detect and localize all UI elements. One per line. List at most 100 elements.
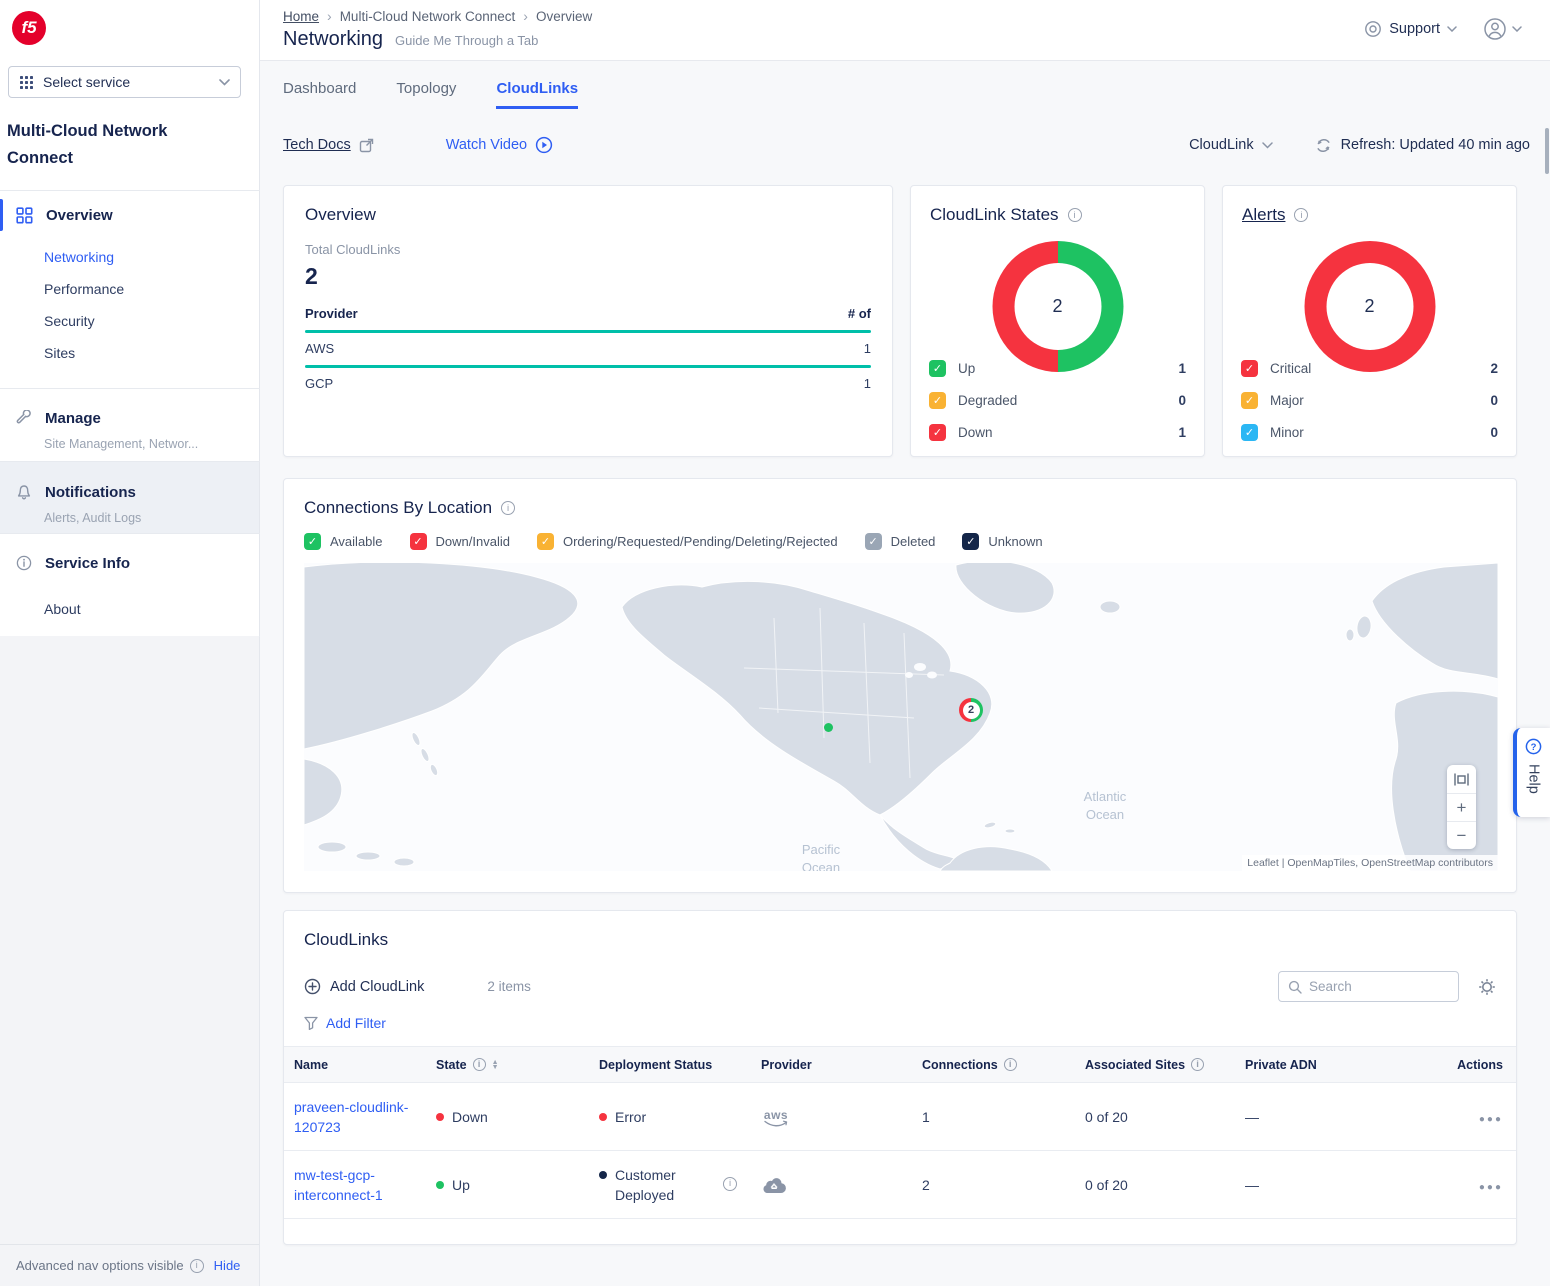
- legend-label: Deleted: [891, 534, 936, 549]
- sidebar-subitem-label: Security: [44, 313, 95, 329]
- info-icon[interactable]: i: [1294, 208, 1308, 222]
- state-label: Down: [452, 1109, 488, 1125]
- map-point-marker[interactable]: [824, 723, 833, 732]
- col-associated-sites[interactable]: Associated Sitesi: [1075, 1058, 1235, 1072]
- info-icon[interactable]: i: [1191, 1058, 1204, 1071]
- sidebar-item-sites[interactable]: Sites: [0, 337, 259, 369]
- legend-row-critical[interactable]: ✓ Critical 2: [1241, 352, 1498, 384]
- col-provider[interactable]: Provider: [751, 1058, 912, 1072]
- scope-select[interactable]: CloudLink: [1189, 137, 1273, 153]
- sidebar-item-networking[interactable]: Networking: [0, 241, 259, 273]
- checkbox-checked-icon[interactable]: ✓: [537, 533, 554, 550]
- provider-table: Provider # of AWS 1 GCP 1: [305, 306, 871, 400]
- col-state[interactable]: Statei▲▼: [426, 1058, 589, 1072]
- legend-row-degraded[interactable]: ✓ Degraded 0: [929, 384, 1186, 416]
- provider-row-gcp: GCP 1: [305, 368, 871, 400]
- funnel-icon: [304, 1016, 318, 1030]
- checkbox-checked-icon[interactable]: ✓: [1241, 424, 1258, 441]
- map-card-title: Connections By Location: [304, 498, 492, 518]
- sidebar-subitem-label: Networking: [44, 249, 114, 265]
- legend-available[interactable]: ✓Available: [304, 533, 383, 550]
- sidebar-item-notifications[interactable]: Notifications Alerts, Audit Logs: [0, 462, 259, 533]
- map-zoom-in-button[interactable]: +: [1447, 793, 1476, 821]
- legend-down-invalid[interactable]: ✓Down/Invalid: [410, 533, 510, 550]
- info-icon[interactable]: i: [501, 501, 515, 515]
- map-fit-bounds-button[interactable]: [1447, 765, 1476, 793]
- checkbox-checked-icon[interactable]: ✓: [1241, 360, 1258, 377]
- sort-icon[interactable]: ▲▼: [492, 1060, 499, 1070]
- legend-label: Major: [1270, 393, 1304, 408]
- table-header-row: Name Statei▲▼ Deployment Status Provider…: [284, 1046, 1516, 1083]
- chevron-down-icon: [1262, 142, 1273, 149]
- support-menu[interactable]: Support: [1364, 20, 1457, 38]
- alerts-card: Alerts i 2 ✓ Critical 2 ✓ Major 0 ✓ Mino…: [1222, 185, 1517, 457]
- checkbox-checked-icon[interactable]: ✓: [929, 424, 946, 441]
- add-filter-label: Add Filter: [326, 1015, 386, 1031]
- row-actions-menu[interactable]: ●●●: [1479, 1182, 1503, 1193]
- help-tab[interactable]: ? Help: [1513, 728, 1550, 817]
- sidebar-item-overview[interactable]: Overview: [0, 198, 259, 232]
- checkbox-checked-icon[interactable]: ✓: [929, 392, 946, 409]
- f5-logo[interactable]: f5: [12, 11, 46, 45]
- scrollbar-thumb[interactable]: [1545, 128, 1549, 174]
- checkbox-checked-icon[interactable]: ✓: [304, 533, 321, 550]
- search-box[interactable]: [1278, 971, 1459, 1002]
- col-name[interactable]: Name: [284, 1058, 426, 1072]
- sidebar-item-performance[interactable]: Performance: [0, 273, 259, 305]
- user-menu[interactable]: [1483, 17, 1522, 41]
- breadcrumb-home[interactable]: Home: [283, 9, 319, 24]
- col-connections[interactable]: Connectionsi: [912, 1058, 1075, 1072]
- info-icon[interactable]: i: [190, 1259, 204, 1273]
- cloudlink-name-link[interactable]: mw-test-gcp-interconnect-1: [294, 1165, 412, 1205]
- select-service-dropdown[interactable]: Select service: [8, 66, 241, 98]
- search-input[interactable]: [1309, 979, 1449, 994]
- legend-unknown[interactable]: ✓Unknown: [962, 533, 1042, 550]
- map-attribution[interactable]: Leaflet | OpenMapTiles, OpenStreetMap co…: [1242, 855, 1498, 871]
- refresh-label: Refresh: Updated 40 min ago: [1341, 137, 1530, 153]
- col-private-adn[interactable]: Private ADN: [1235, 1058, 1385, 1072]
- sidebar-item-manage[interactable]: Manage Site Management, Networ...: [0, 401, 259, 451]
- row-actions-menu[interactable]: ●●●: [1479, 1114, 1503, 1125]
- legend-row-up[interactable]: ✓ Up 1: [929, 352, 1186, 384]
- tab-cloudlinks[interactable]: CloudLinks: [496, 80, 578, 109]
- table-settings-gear-icon[interactable]: [1478, 978, 1496, 996]
- checkbox-checked-icon[interactable]: ✓: [929, 360, 946, 377]
- sidebar-item-about[interactable]: About: [0, 593, 259, 625]
- legend-row-down[interactable]: ✓ Down 1: [929, 416, 1186, 448]
- map-cluster-marker[interactable]: 2: [959, 698, 983, 722]
- legend-deleted[interactable]: ✓ Deleted: [865, 533, 936, 550]
- hide-nav-link[interactable]: Hide: [214, 1258, 241, 1273]
- bell-icon: [16, 484, 32, 501]
- info-icon[interactable]: i: [1004, 1058, 1017, 1071]
- tab-topology[interactable]: Topology: [396, 80, 456, 109]
- add-filter-button[interactable]: Add Filter: [304, 1015, 1496, 1031]
- guide-me-link[interactable]: Guide Me Through a Tab: [395, 33, 538, 48]
- checkbox-checked-icon[interactable]: ✓: [410, 533, 427, 550]
- sidebar-item-security[interactable]: Security: [0, 305, 259, 337]
- map-zoom-out-button[interactable]: −: [1447, 821, 1476, 849]
- checkbox-checked-icon[interactable]: ✓: [865, 533, 882, 550]
- world-map[interactable]: AtlanticOcean PacificOcean 2 + − Leaflet…: [304, 563, 1498, 871]
- info-icon[interactable]: i: [1068, 208, 1082, 222]
- checkbox-checked-icon[interactable]: ✓: [1241, 392, 1258, 409]
- info-icon[interactable]: i: [723, 1177, 737, 1191]
- refresh-button[interactable]: Refresh: Updated 40 min ago: [1315, 137, 1530, 154]
- add-cloudlink-button[interactable]: Add CloudLink: [304, 978, 424, 995]
- col-deployment-status[interactable]: Deployment Status: [589, 1058, 751, 1072]
- breadcrumb-level1[interactable]: Multi-Cloud Network Connect: [340, 9, 516, 24]
- watch-video-link[interactable]: Watch Video: [446, 136, 553, 154]
- sidebar-subitem-label: Sites: [44, 345, 75, 361]
- legend-ordering[interactable]: ✓Ordering/Requested/Pending/Deleting/Rej…: [537, 533, 838, 550]
- sidebar-item-service-info[interactable]: Service Info: [0, 546, 259, 580]
- legend-label: Down: [958, 425, 993, 440]
- map-cluster-value: 2: [959, 698, 983, 722]
- legend-row-major[interactable]: ✓ Major 0: [1241, 384, 1498, 416]
- tab-dashboard[interactable]: Dashboard: [283, 80, 356, 109]
- alerts-card-title[interactable]: Alerts: [1242, 205, 1285, 225]
- tech-docs-link[interactable]: Tech Docs: [283, 137, 374, 153]
- legend-row-minor[interactable]: ✓ Minor 0: [1241, 416, 1498, 448]
- cloudlink-name-link[interactable]: praveen-cloudlink-120723: [294, 1097, 412, 1137]
- watch-video-label: Watch Video: [446, 137, 527, 153]
- checkbox-checked-icon[interactable]: ✓: [962, 533, 979, 550]
- info-icon[interactable]: i: [473, 1058, 486, 1071]
